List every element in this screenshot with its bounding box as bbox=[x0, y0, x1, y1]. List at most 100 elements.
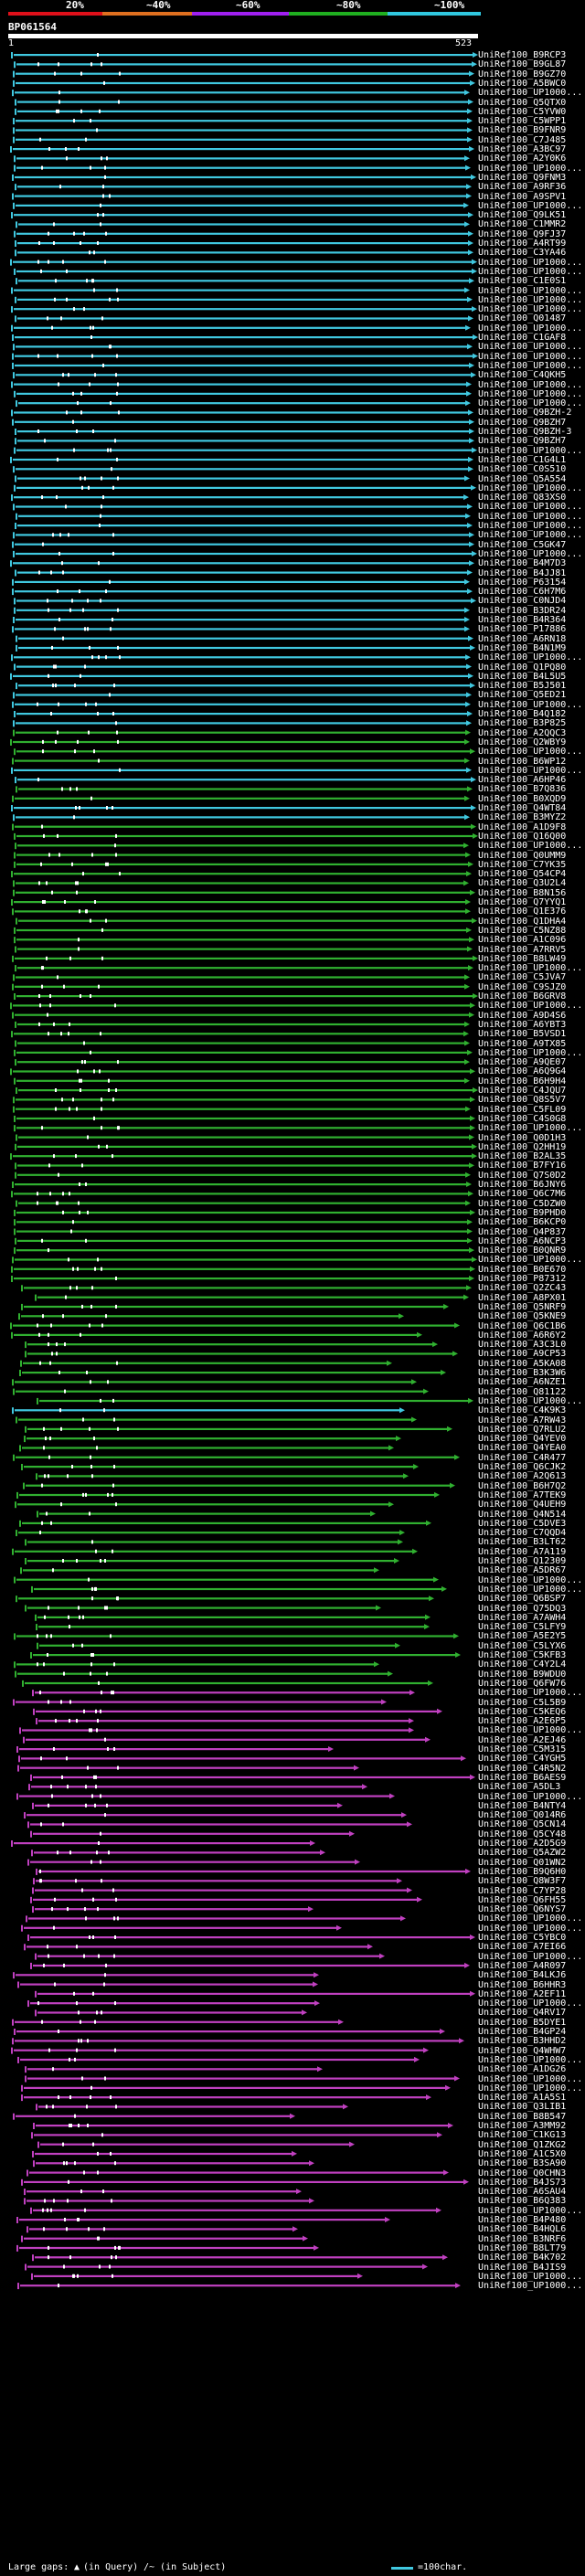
hit-line[interactable] bbox=[16, 1127, 473, 1129]
hit-line[interactable] bbox=[16, 120, 470, 122]
hit-line[interactable] bbox=[16, 505, 470, 508]
hit-line[interactable] bbox=[17, 101, 471, 103]
hit-line[interactable] bbox=[16, 816, 467, 819]
hit-line[interactable] bbox=[16, 1230, 470, 1233]
hit-line[interactable] bbox=[18, 788, 470, 790]
hit-line[interactable] bbox=[18, 646, 473, 650]
hit-line[interactable] bbox=[16, 863, 471, 865]
hit-line[interactable] bbox=[24, 2086, 448, 2089]
hit-line[interactable] bbox=[18, 684, 473, 687]
hit-line[interactable] bbox=[16, 750, 473, 753]
hit-line[interactable] bbox=[28, 1917, 403, 1920]
hit-line[interactable] bbox=[14, 326, 468, 329]
hit-line[interactable] bbox=[23, 1362, 389, 1364]
hit-line[interactable] bbox=[18, 223, 467, 226]
hit-line[interactable] bbox=[16, 713, 470, 716]
hit-line[interactable] bbox=[18, 1202, 468, 1204]
hit-line[interactable] bbox=[19, 2219, 388, 2221]
hit-line[interactable] bbox=[29, 2171, 446, 2174]
hit-line[interactable] bbox=[16, 619, 467, 621]
hit-line[interactable] bbox=[16, 1974, 316, 1977]
hit-line[interactable] bbox=[16, 834, 475, 838]
hit-line[interactable] bbox=[17, 186, 469, 188]
hit-line[interactable] bbox=[15, 590, 470, 593]
hit-line[interactable] bbox=[18, 402, 468, 405]
hit-line[interactable] bbox=[30, 2002, 317, 2005]
hit-line[interactable] bbox=[16, 486, 473, 489]
hit-line[interactable] bbox=[16, 129, 470, 132]
hit-line[interactable] bbox=[17, 1164, 472, 1167]
hit-line[interactable] bbox=[22, 1521, 429, 1524]
hit-line[interactable] bbox=[22, 1372, 443, 1374]
hit-line[interactable] bbox=[27, 1352, 455, 1355]
hit-line[interactable] bbox=[16, 449, 474, 451]
hit-line[interactable] bbox=[16, 995, 475, 998]
hit-line[interactable] bbox=[24, 2180, 466, 2183]
hit-line[interactable] bbox=[20, 1983, 315, 1986]
hit-line[interactable] bbox=[30, 1823, 410, 1826]
hit-line[interactable] bbox=[17, 1173, 468, 1176]
hit-line[interactable] bbox=[17, 1023, 467, 1026]
hit-line[interactable] bbox=[37, 1992, 473, 1995]
hit-line[interactable] bbox=[14, 1033, 466, 1035]
hit-line[interactable] bbox=[33, 2209, 439, 2211]
hit-line[interactable] bbox=[16, 1079, 467, 1082]
hit-line[interactable] bbox=[19, 2246, 316, 2250]
hit-line[interactable] bbox=[27, 2190, 299, 2193]
hit-line[interactable] bbox=[17, 844, 466, 847]
hit-line[interactable] bbox=[14, 54, 475, 57]
hit-line[interactable] bbox=[36, 2162, 312, 2165]
hit-line[interactable] bbox=[17, 242, 471, 245]
hit-line[interactable] bbox=[31, 1786, 365, 1788]
hit-line[interactable] bbox=[15, 1409, 402, 1412]
hit-line[interactable] bbox=[26, 1484, 452, 1487]
hit-line[interactable] bbox=[16, 853, 468, 856]
hit-line[interactable] bbox=[15, 1183, 469, 1186]
hit-line[interactable] bbox=[27, 1437, 399, 1440]
hit-label-link[interactable]: UniRef100_UP1000... bbox=[478, 2281, 585, 2291]
hit-line[interactable] bbox=[34, 1851, 323, 1854]
hit-line[interactable] bbox=[16, 1456, 457, 1458]
hit-line[interactable] bbox=[17, 251, 471, 254]
hit-line[interactable] bbox=[14, 383, 469, 386]
hit-line[interactable] bbox=[16, 976, 467, 979]
hit-line[interactable] bbox=[27, 1606, 378, 1609]
hit-line[interactable] bbox=[19, 1748, 331, 1751]
hit-line[interactable] bbox=[15, 1258, 474, 1261]
hit-line[interactable] bbox=[16, 2115, 292, 2117]
hit-line[interactable] bbox=[16, 345, 470, 348]
hit-line[interactable] bbox=[20, 2284, 458, 2287]
hit-line[interactable] bbox=[17, 948, 470, 950]
hit-line[interactable] bbox=[17, 430, 472, 433]
hit-line[interactable] bbox=[19, 1795, 392, 1797]
hit-line[interactable] bbox=[35, 2152, 294, 2156]
hit-line[interactable] bbox=[16, 81, 473, 85]
hit-line[interactable] bbox=[18, 919, 474, 922]
hit-line[interactable] bbox=[15, 1381, 414, 1383]
hit-line[interactable] bbox=[16, 270, 474, 273]
hit-line[interactable] bbox=[17, 525, 470, 527]
hit-line[interactable] bbox=[20, 2058, 417, 2062]
hit-line[interactable] bbox=[24, 1926, 339, 1929]
hit-line[interactable] bbox=[21, 1757, 463, 1760]
hit-line[interactable] bbox=[27, 1560, 397, 1563]
hit-line[interactable] bbox=[17, 317, 471, 320]
hit-line[interactable] bbox=[14, 873, 469, 875]
hit-line[interactable] bbox=[13, 1324, 457, 1327]
hit-line[interactable] bbox=[15, 336, 475, 339]
hit-line[interactable] bbox=[16, 534, 472, 536]
hit-line[interactable] bbox=[16, 1221, 470, 1224]
hit-line[interactable] bbox=[16, 552, 474, 556]
hit-line[interactable] bbox=[24, 1466, 416, 1468]
hit-line[interactable] bbox=[18, 1532, 402, 1534]
hit-line[interactable] bbox=[21, 1315, 401, 1318]
hit-line[interactable] bbox=[24, 2237, 305, 2240]
hit-line[interactable] bbox=[27, 2265, 425, 2268]
hit-line[interactable] bbox=[38, 1870, 468, 1873]
hit-line[interactable] bbox=[17, 1145, 474, 1148]
hit-line[interactable] bbox=[18, 1089, 475, 1092]
hit-line[interactable] bbox=[16, 882, 466, 885]
hit-line[interactable] bbox=[23, 1569, 377, 1572]
hit-line[interactable] bbox=[17, 779, 473, 781]
hit-line[interactable] bbox=[16, 1249, 472, 1252]
